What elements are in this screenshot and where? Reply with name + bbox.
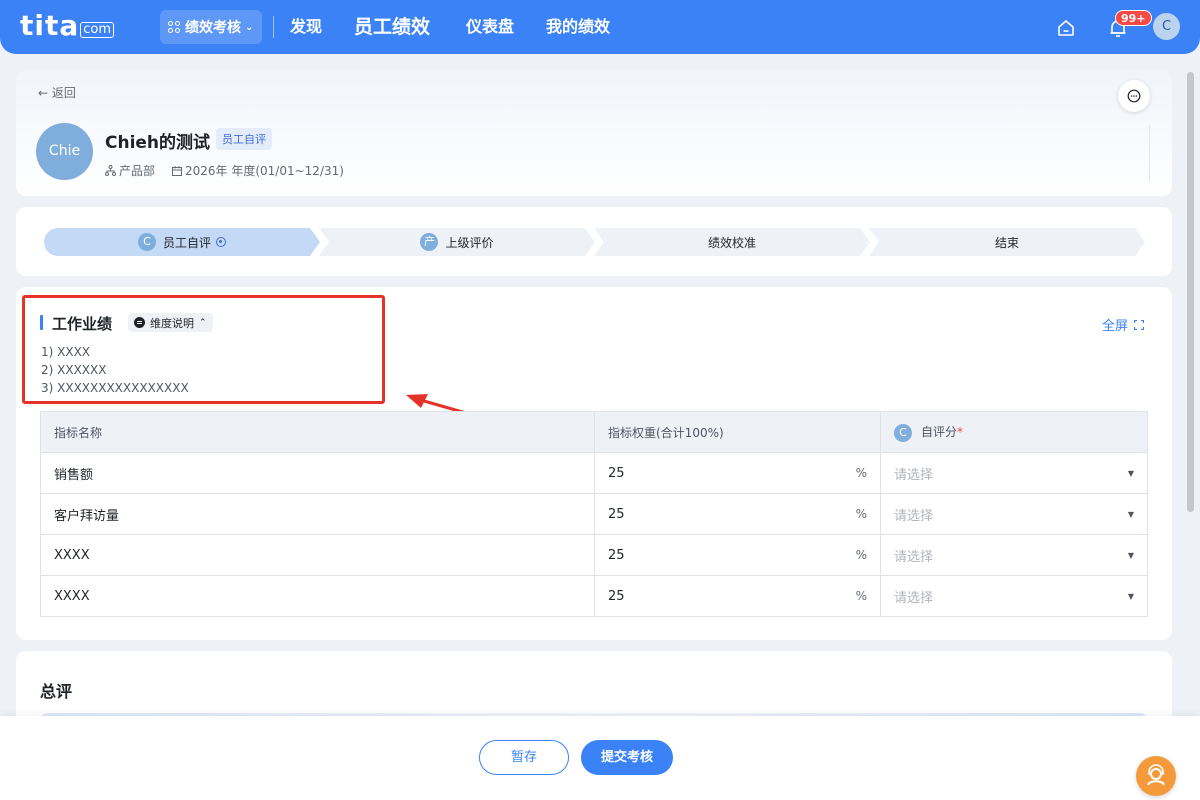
column-header-weight: 指标权重(合计100%): [594, 411, 881, 453]
back-label: 返回: [51, 86, 76, 100]
home-icon[interactable]: [1056, 18, 1076, 38]
weight-value: 25: [608, 506, 625, 522]
weight-value: 25: [608, 588, 625, 604]
expand-icon: [1134, 319, 1145, 330]
highlight-box: [22, 295, 385, 404]
metric-name: 销售额: [40, 452, 595, 494]
period-text: 2026年 年度(01/01~12/31): [185, 164, 344, 178]
self-score-label: 自评分: [921, 424, 958, 439]
self-score-select[interactable]: 请选择 ▼: [880, 452, 1148, 494]
department-name: 产品部: [119, 164, 156, 178]
nav-item-employee-performance[interactable]: 员工绩效: [354, 0, 430, 54]
overall-review-title: 总评: [40, 682, 73, 701]
apps-grid-icon: [168, 21, 180, 33]
chat-bubble-icon: [1127, 89, 1141, 103]
notification-badge: 99+: [1115, 10, 1152, 26]
work-performance-card: 工作业绩 维度说明 ⌃ 1) XXXX 2) XXXXXX 3) XXXXXXX…: [16, 287, 1172, 640]
support-agent-icon: [1147, 764, 1165, 786]
employee-name: Chieh的测试: [105, 133, 211, 153]
select-placeholder: 请选择: [894, 549, 934, 565]
weight-cell: 25%: [594, 534, 881, 576]
fullscreen-button[interactable]: 全屏: [1102, 315, 1145, 334]
metric-name: 客户拜访量: [40, 493, 595, 535]
step-calibration[interactable]: 绩效校准: [594, 228, 870, 256]
weight-cell: 25%: [594, 493, 881, 535]
app-switcher[interactable]: 绩效考核 ⌄: [160, 10, 262, 44]
weight-cell: 25%: [594, 575, 881, 617]
step-label: 绩效校准: [707, 235, 756, 250]
tita-logo[interactable]: tita com: [20, 9, 115, 42]
caret-down-icon: ▼: [1127, 509, 1134, 519]
percent-unit: %: [855, 589, 867, 603]
top-nav: tita com 绩效考核 ⌄ 发现 员工绩效 仪表盘 我的绩效 99+ C: [0, 0, 1200, 54]
table-row: 销售额 25% 请选择 ▼: [40, 452, 1148, 494]
stage-tag: 员工自评: [216, 128, 272, 150]
user-avatar[interactable]: C: [1153, 13, 1180, 40]
help-assistant-button[interactable]: [1136, 756, 1176, 796]
table-row: XXXX 25% 请选择 ▼: [40, 534, 1148, 576]
org-chart-icon: [105, 165, 116, 176]
weight-value: 25: [608, 547, 625, 563]
logo-text: tita: [20, 9, 80, 42]
nav-item-dashboard[interactable]: 仪表盘: [466, 0, 514, 54]
table-header-row: 指标名称 指标权重(合计100%) C 自评分*: [40, 411, 1148, 453]
submit-review-button[interactable]: 提交考核: [581, 740, 673, 775]
nav-item-discover[interactable]: 发现: [290, 0, 322, 54]
required-mark: *: [957, 424, 964, 439]
app-switcher-label: 绩效考核: [185, 20, 241, 36]
divider: [1149, 125, 1150, 180]
metric-name: XXXX: [40, 575, 595, 617]
weight-cell: 25%: [594, 452, 881, 494]
step-avatar-chan: 产: [420, 233, 439, 251]
percent-unit: %: [855, 466, 867, 480]
step-manager-review[interactable]: 产 上级评价: [319, 228, 595, 256]
self-score-select[interactable]: 请选择 ▼: [880, 534, 1148, 576]
step-label: 结束: [994, 235, 1019, 250]
step-end[interactable]: 结束: [869, 228, 1145, 256]
step-label: 上级评价: [445, 235, 494, 250]
metrics-table: 指标名称 指标权重(合计100%) C 自评分* 销售额 25% 请选择 ▼ 客户拜…: [40, 411, 1148, 617]
weight-value: 25: [608, 465, 625, 481]
caret-down-icon: ▼: [1127, 591, 1134, 601]
current-step-dot-icon: [216, 237, 226, 247]
comment-button[interactable]: [1118, 80, 1150, 112]
logo-suffix: com: [80, 22, 115, 38]
process-steps: C 员工自评 产 上级评价 绩效校准 结束: [44, 228, 1145, 256]
reviewer-avatar: C: [894, 423, 912, 442]
column-header-self-score: C 自评分*: [880, 411, 1148, 453]
footer-action-bar: 暂存 提交考核: [0, 716, 1200, 800]
self-score-select[interactable]: 请选择 ▼: [880, 493, 1148, 535]
metric-name: XXXX: [40, 534, 595, 576]
percent-unit: %: [855, 507, 867, 521]
nav-item-my-performance[interactable]: 我的绩效: [546, 0, 610, 54]
save-draft-button[interactable]: 暂存: [479, 740, 569, 775]
department-info: 产品部: [105, 162, 155, 179]
table-row: XXXX 25% 请选择 ▼: [40, 575, 1148, 617]
select-placeholder: 请选择: [894, 590, 934, 606]
back-link[interactable]: ← 返回: [38, 84, 76, 101]
arrow-left-icon: ←: [38, 86, 49, 100]
select-placeholder: 请选择: [894, 467, 934, 483]
step-label: 员工自评: [162, 235, 211, 250]
column-header-name: 指标名称: [40, 411, 595, 453]
self-score-select[interactable]: 请选择 ▼: [880, 575, 1148, 617]
table-row: 客户拜访量 25% 请选择 ▼: [40, 493, 1148, 535]
period-info: 2026年 年度(01/01~12/31): [172, 162, 344, 179]
employee-header-card: ← 返回 Chie Chieh的测试 员工自评 产品部 2026年 年度(01/…: [16, 70, 1172, 196]
process-steps-card: C 员工自评 产 上级评价 绩效校准 结束: [16, 207, 1172, 276]
fullscreen-label: 全屏: [1102, 319, 1129, 334]
employee-avatar: Chie: [36, 123, 93, 180]
select-placeholder: 请选择: [894, 508, 934, 524]
chevron-down-icon: ⌄: [245, 21, 254, 33]
scrollbar-thumb[interactable]: [1187, 72, 1194, 512]
step-self-review[interactable]: C 员工自评: [44, 228, 320, 256]
caret-down-icon: ▼: [1127, 468, 1134, 478]
percent-unit: %: [855, 548, 867, 562]
calendar-icon: [172, 165, 182, 176]
caret-down-icon: ▼: [1127, 550, 1134, 560]
step-avatar-c: C: [137, 233, 156, 251]
nav-divider: [273, 16, 274, 38]
